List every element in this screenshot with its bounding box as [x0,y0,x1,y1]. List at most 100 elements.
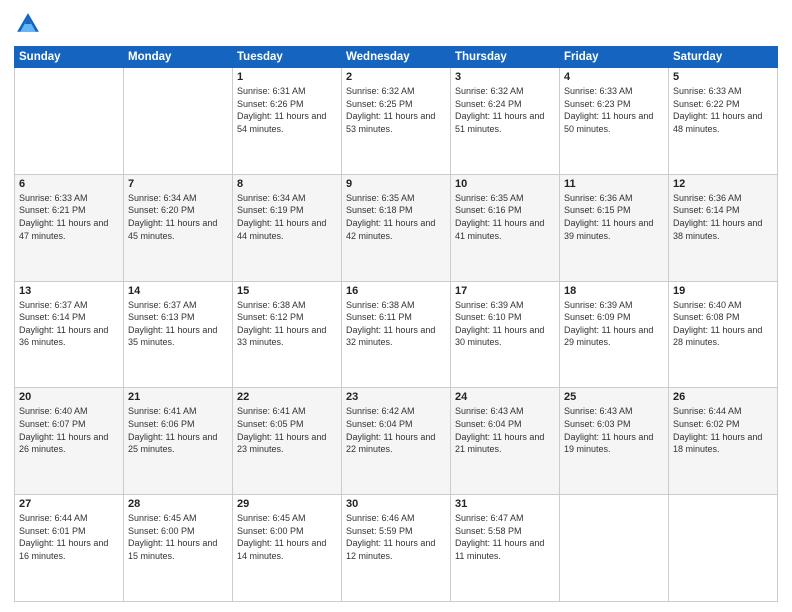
day-number: 16 [346,285,446,297]
calendar-week-row: 1 Sunrise: 6:31 AM Sunset: 6:26 PM Daylig… [15,68,778,175]
calendar-cell: 3 Sunrise: 6:32 AM Sunset: 6:24 PM Daylig… [451,68,560,175]
calendar-cell: 29Sunrise: 6:45 AM Sunset: 6:00 PM Dayli… [233,495,342,602]
day-detail: Sunrise: 6:40 AM Sunset: 6:07 PM Dayligh… [19,405,119,455]
calendar-cell: 13 Sunrise: 6:37 AM Sunset: 6:14 PM Dayli… [15,281,124,388]
calendar-week-row: 27 Sunrise: 6:44 AM Sunset: 6:01 PM Dayli… [15,495,778,602]
calendar-cell: 30 Sunrise: 6:46 AM Sunset: 5:59 PM Dayli… [342,495,451,602]
weekday-header: Friday [560,47,669,68]
day-detail: Sunrise: 6:40 AM Sunset: 6:08 PM Dayligh… [673,299,773,349]
day-detail: Sunrise: 6:43 AM Sunset: 6:03 PM Dayligh… [564,405,664,455]
day-number: 17 [455,285,555,297]
day-detail: Sunrise: 6:44 AM Sunset: 6:02 PM Dayligh… [673,405,773,455]
day-number: 14 [128,285,228,297]
calendar-cell: 11Sunrise: 6:36 AM Sunset: 6:15 PM Dayli… [560,174,669,281]
day-number: 12 [673,178,773,190]
calendar-cell: 5 Sunrise: 6:33 AM Sunset: 6:22 PM Daylig… [669,68,778,175]
calendar-cell: 15 Sunrise: 6:38 AM Sunset: 6:12 PM Dayli… [233,281,342,388]
calendar-week-row: 20 Sunrise: 6:40 AM Sunset: 6:07 PM Dayli… [15,388,778,495]
day-number: 2 [346,71,446,83]
day-detail: Sunrise: 6:37 AM Sunset: 6:13 PM Dayligh… [128,299,228,349]
day-number: 13 [19,285,119,297]
day-number: 18 [564,285,664,297]
day-detail: Sunrise: 6:38 AM Sunset: 6:11 PM Dayligh… [346,299,446,349]
day-detail: Sunrise: 6:33 AM Sunset: 6:21 PM Dayligh… [19,192,119,242]
day-detail: Sunrise: 6:42 AM Sunset: 6:04 PM Dayligh… [346,405,446,455]
day-detail: Sunrise: 6:35 AM Sunset: 6:16 PM Dayligh… [455,192,555,242]
calendar-cell: 20 Sunrise: 6:40 AM Sunset: 6:07 PM Dayli… [15,388,124,495]
calendar-cell: 19 Sunrise: 6:40 AM Sunset: 6:08 PM Dayli… [669,281,778,388]
day-detail: Sunrise: 6:33 AM Sunset: 6:22 PM Dayligh… [673,85,773,135]
day-detail: Sunrise: 6:36 AM Sunset: 6:14 PM Dayligh… [673,192,773,242]
day-detail: Sunrise: 6:35 AM Sunset: 6:18 PM Dayligh… [346,192,446,242]
day-number: 6 [19,178,119,190]
day-number: 11 [564,178,664,190]
calendar-week-row: 13 Sunrise: 6:37 AM Sunset: 6:14 PM Dayli… [15,281,778,388]
page: SundayMondayTuesdayWednesdayThursdayFrid… [0,0,792,612]
calendar-cell [15,68,124,175]
day-detail: Sunrise: 6:41 AM Sunset: 6:05 PM Dayligh… [237,405,337,455]
day-number: 27 [19,498,119,510]
calendar-cell [669,495,778,602]
calendar-cell: 10Sunrise: 6:35 AM Sunset: 6:16 PM Dayli… [451,174,560,281]
calendar-cell: 27 Sunrise: 6:44 AM Sunset: 6:01 PM Dayli… [15,495,124,602]
day-number: 4 [564,71,664,83]
day-detail: Sunrise: 6:47 AM Sunset: 5:58 PM Dayligh… [455,512,555,562]
day-detail: Sunrise: 6:33 AM Sunset: 6:23 PM Dayligh… [564,85,664,135]
day-detail: Sunrise: 6:34 AM Sunset: 6:19 PM Dayligh… [237,192,337,242]
day-detail: Sunrise: 6:46 AM Sunset: 5:59 PM Dayligh… [346,512,446,562]
day-detail: Sunrise: 6:38 AM Sunset: 6:12 PM Dayligh… [237,299,337,349]
calendar-header-row: SundayMondayTuesdayWednesdayThursdayFrid… [15,47,778,68]
day-detail: Sunrise: 6:32 AM Sunset: 6:25 PM Dayligh… [346,85,446,135]
day-number: 22 [237,391,337,403]
day-number: 5 [673,71,773,83]
calendar: SundayMondayTuesdayWednesdayThursdayFrid… [14,46,778,602]
weekday-header: Monday [124,47,233,68]
day-number: 24 [455,391,555,403]
calendar-cell: 22 Sunrise: 6:41 AM Sunset: 6:05 PM Dayli… [233,388,342,495]
day-detail: Sunrise: 6:43 AM Sunset: 6:04 PM Dayligh… [455,405,555,455]
day-number: 21 [128,391,228,403]
day-number: 19 [673,285,773,297]
weekday-header: Thursday [451,47,560,68]
day-detail: Sunrise: 6:32 AM Sunset: 6:24 PM Dayligh… [455,85,555,135]
day-detail: Sunrise: 6:37 AM Sunset: 6:14 PM Dayligh… [19,299,119,349]
day-number: 15 [237,285,337,297]
calendar-cell: 12 Sunrise: 6:36 AM Sunset: 6:14 PM Dayli… [669,174,778,281]
calendar-cell: 21Sunrise: 6:41 AM Sunset: 6:06 PM Dayli… [124,388,233,495]
day-number: 25 [564,391,664,403]
day-number: 7 [128,178,228,190]
day-number: 9 [346,178,446,190]
day-number: 26 [673,391,773,403]
calendar-cell: 24 Sunrise: 6:43 AM Sunset: 6:04 PM Dayli… [451,388,560,495]
calendar-cell: 25 Sunrise: 6:43 AM Sunset: 6:03 PM Dayli… [560,388,669,495]
calendar-cell: 14 Sunrise: 6:37 AM Sunset: 6:13 PM Dayli… [124,281,233,388]
day-detail: Sunrise: 6:44 AM Sunset: 6:01 PM Dayligh… [19,512,119,562]
day-number: 23 [346,391,446,403]
day-number: 3 [455,71,555,83]
day-number: 8 [237,178,337,190]
day-detail: Sunrise: 6:31 AM Sunset: 6:26 PM Dayligh… [237,85,337,135]
day-detail: Sunrise: 6:39 AM Sunset: 6:10 PM Dayligh… [455,299,555,349]
calendar-cell [124,68,233,175]
day-number: 28 [128,498,228,510]
day-number: 20 [19,391,119,403]
day-number: 30 [346,498,446,510]
weekday-header: Sunday [15,47,124,68]
calendar-cell: 18Sunrise: 6:39 AM Sunset: 6:09 PM Dayli… [560,281,669,388]
calendar-cell: 8 Sunrise: 6:34 AM Sunset: 6:19 PM Daylig… [233,174,342,281]
day-number: 1 [237,71,337,83]
day-number: 31 [455,498,555,510]
calendar-cell: 31 Sunrise: 6:47 AM Sunset: 5:58 PM Dayli… [451,495,560,602]
header [14,10,778,38]
logo-icon [14,10,42,38]
calendar-cell: 1 Sunrise: 6:31 AM Sunset: 6:26 PM Daylig… [233,68,342,175]
weekday-header: Saturday [669,47,778,68]
logo [14,10,46,38]
calendar-cell: 23 Sunrise: 6:42 AM Sunset: 6:04 PM Dayli… [342,388,451,495]
calendar-cell: 6 Sunrise: 6:33 AM Sunset: 6:21 PM Daylig… [15,174,124,281]
calendar-cell [560,495,669,602]
calendar-cell: 28 Sunrise: 6:45 AM Sunset: 6:00 PM Dayli… [124,495,233,602]
calendar-cell: 26 Sunrise: 6:44 AM Sunset: 6:02 PM Dayli… [669,388,778,495]
day-detail: Sunrise: 6:45 AM Sunset: 6:00 PM Dayligh… [128,512,228,562]
calendar-cell: 7Sunrise: 6:34 AM Sunset: 6:20 PM Daylig… [124,174,233,281]
